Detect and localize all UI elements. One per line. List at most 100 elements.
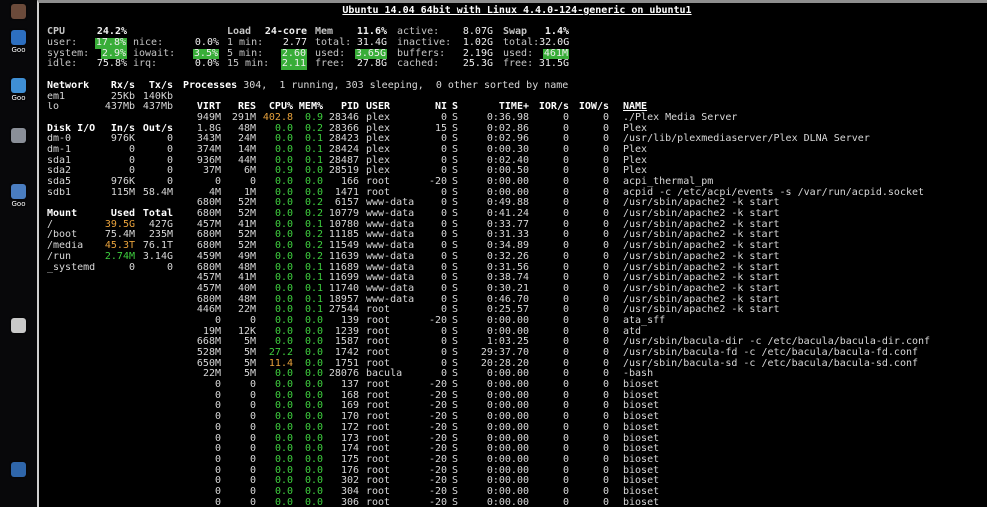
- process-cell-res: 49M: [237, 250, 256, 262]
- panel-row: /run 2.74M 3.14G: [47, 250, 173, 263]
- process-cell-res: 0: [249, 496, 256, 507]
- process-cell-iow: 0: [602, 111, 609, 123]
- app-icon: [11, 318, 26, 333]
- process-cell-user: www-data: [366, 250, 415, 262]
- process-cell-virt: 0: [214, 421, 221, 433]
- panel-row-name: dm-1: [47, 144, 72, 155]
- process-cell-res: 40M: [237, 282, 256, 294]
- process-row: 457M 41M 0.0 0.1 10780 www-data 0 S 0:33.77 0 0/us…: [183, 219, 987, 231]
- desktop-strip: Goo Goo Goo: [0, 0, 37, 507]
- app-icon: [11, 30, 26, 45]
- desktop-icon[interactable]: Goo: [2, 78, 35, 102]
- process-row: 0 0 0.0 0.0 175 root -20 S 0:00.00 0 0 bioset: [183, 453, 987, 466]
- process-row: 0 0 0.0 0.0 170 root -20 S 0:00.00 0 0 bioset: [183, 411, 987, 423]
- process-summary: Processes 304, 1 running, 303 sleeping, …: [183, 79, 987, 92]
- process-cell-res: 291M: [231, 111, 256, 123]
- summary: CPU 24.2% user: 17.8% system: 2.9% idle: 75.8% n…: [47, 27, 987, 71]
- desktop-icon-label: Goo: [11, 94, 26, 102]
- panel-network: Network Rx/s Tx/s em1 25Kb 140Kb lo 437Mb 437Mb: [47, 79, 173, 113]
- summary-value: 27.8G: [356, 58, 387, 70]
- summary-value: 31.5G: [538, 58, 569, 70]
- process-cell-iow: 0: [602, 453, 609, 465]
- process-row: 0 0 0.0 0.0 306 root -20 S 0:00.00 0 0 bioset: [183, 496, 987, 507]
- panel-row-name: _systemd: [47, 262, 96, 273]
- panel-row: _systemd 0 0: [47, 261, 173, 274]
- panel-title: Disk I/O: [47, 123, 96, 134]
- process-table: 949M 291M 402.8 0.9 28346 plex 0 S 0:36.98 0 0 ./Pl…: [183, 111, 987, 507]
- summary-cell: irq: 0.0%: [133, 59, 219, 70]
- summary-value: 0.0%: [194, 58, 219, 70]
- desktop-icon[interactable]: Goo: [2, 184, 35, 208]
- summary-column: nice: 0.0% iowait: 3.5% irq: 0.0%: [133, 27, 219, 70]
- panel-row-name: /media: [47, 241, 84, 252]
- desktop-icon[interactable]: [2, 4, 35, 20]
- process-cell-time: 0:00.00: [486, 496, 529, 507]
- process-cell-ior: 0: [562, 421, 569, 433]
- panel-header-row: Network Rx/s Tx/s: [47, 79, 173, 92]
- summary-cell: cached: 25.3G: [397, 59, 493, 70]
- summary-cell: free: 27.8G: [315, 59, 387, 70]
- panel-row-value: 58.4M: [142, 186, 173, 198]
- process-row: 0 0 0.0 0.0 139 root -20 S 0:00.00 0 0 ata_sff: [183, 315, 987, 327]
- process-cell-pid: 11639: [328, 250, 359, 262]
- process-row: 680M 52M 0.0 0.2 10779 www-data 0 S 0:41.24 0 0/us…: [183, 208, 987, 220]
- panel-row-value: 3.14G: [142, 250, 173, 262]
- process-cell-s: S: [452, 421, 459, 433]
- main-area: Network Rx/s Tx/s em1 25Kb 140Kb lo 437Mb 437Mb D…: [47, 79, 987, 507]
- process-row: 680M 52M 0.0 0.2 6157 www-data 0 S 0:49.88 0 0/usr…: [183, 198, 987, 209]
- panel-row-value: 0: [166, 261, 173, 273]
- panel-row-name: lo: [47, 102, 60, 113]
- process-cell-mem: 0.0: [304, 453, 323, 465]
- panel-row-value: 115M: [110, 186, 135, 198]
- process-cell-res: 0: [249, 421, 256, 433]
- summary-label: 15 min:: [227, 58, 270, 70]
- panel-row-value: 437Mb: [104, 101, 135, 113]
- process-row: 0 0 0.0 0.0 304 root -20 S 0:00.00 0 0 bioset: [183, 486, 987, 498]
- process-row: 0 0 0.0 0.0 172 root -20 S 0:00.00 0 0 bioset: [183, 421, 987, 434]
- process-row: 0 0 0.0 0.0 168 root -20 S 0:00.00 0 0 bioset: [183, 390, 987, 402]
- panel-title: Mount: [47, 209, 78, 220]
- terminal-window[interactable]: Ubuntu 14.04 64bit with Linux 4.4.0-124-…: [37, 0, 987, 507]
- process-cell-s: S: [452, 282, 459, 294]
- process-cell-user: root: [366, 453, 391, 465]
- process-cell-ni: 0: [440, 111, 447, 123]
- desktop-icon[interactable]: [2, 318, 35, 334]
- app-icon: [11, 128, 26, 143]
- process-row: 22M 5M 0.0 0.0 28076 bacula 0 S 0:00.00 0 0 -bash: [183, 369, 987, 380]
- process-row: 0 0 0.0 0.0 174 root -20 S 0:00.00 0 0 bioset: [183, 443, 987, 455]
- summary-label: irq:: [133, 58, 158, 70]
- panel-row: sda2 0 0: [47, 166, 173, 177]
- panel-mount: Mount Used Total/39.5G 427G/boot 75.4M 235M/m…: [47, 208, 173, 274]
- desktop-icon[interactable]: Goo: [2, 30, 35, 54]
- process-cell-name: /usr/sbin/apache2 -k start: [623, 250, 780, 262]
- desktop-icon[interactable]: [2, 128, 35, 144]
- summary-value: 25.3G: [462, 58, 493, 70]
- panel-row-name: /boot: [47, 230, 78, 241]
- process-row: 680M 52M 0.0 0.2 11549 www-data 0 S 0:34.89 0 0/us…: [183, 240, 987, 252]
- process-cell-name: bioset: [623, 496, 660, 507]
- desktop-icon[interactable]: [2, 462, 35, 478]
- process-cell-pid: 306: [340, 496, 359, 507]
- process-cell-virt: 0: [214, 496, 221, 507]
- process-row: 680M 48M 0.0 0.1 18957 www-data 0 S 0:46.70 0 0/us…: [183, 294, 987, 306]
- app-icon: [11, 184, 26, 199]
- process-cell-ni: -20: [428, 453, 447, 465]
- process-cell-pid: 11740: [328, 282, 359, 294]
- process-row: 457M 40M 0.0 0.1 11740 www-data 0 S 0:30.21 0 0/us…: [183, 282, 987, 295]
- panel-row-name: /: [47, 219, 54, 230]
- panel-row-name: /run: [47, 251, 72, 262]
- summary-cell: 15 min: 2.11: [227, 58, 307, 71]
- process-row: 0 0 0.0 0.0 173 root -20 S 0:00.00 0 0 bioset: [183, 433, 987, 445]
- panel-row: lo 437Mb 437Mb: [47, 101, 173, 113]
- summary-value: 75.8%: [96, 58, 127, 70]
- process-cell-mem: 0.0: [304, 496, 323, 507]
- panel-col-header: Tx/s: [148, 79, 173, 91]
- process-cell-ior: 0: [562, 111, 569, 123]
- process-row: 680M 52M 0.0 0.2 11185 www-data 0 S 0:31.33 0 0/us…: [183, 230, 987, 241]
- process-cell-time: 0:30.21: [486, 282, 529, 294]
- process-row: 0 0 0.0 0.0 302 root -20 S 0:00.00 0 0 bioset: [183, 476, 987, 487]
- app-icon: [11, 462, 26, 477]
- process-summary-title: Processes: [183, 79, 238, 91]
- process-cell-cpu: 0.0: [274, 421, 293, 433]
- process-cell-name: bioset: [623, 421, 660, 433]
